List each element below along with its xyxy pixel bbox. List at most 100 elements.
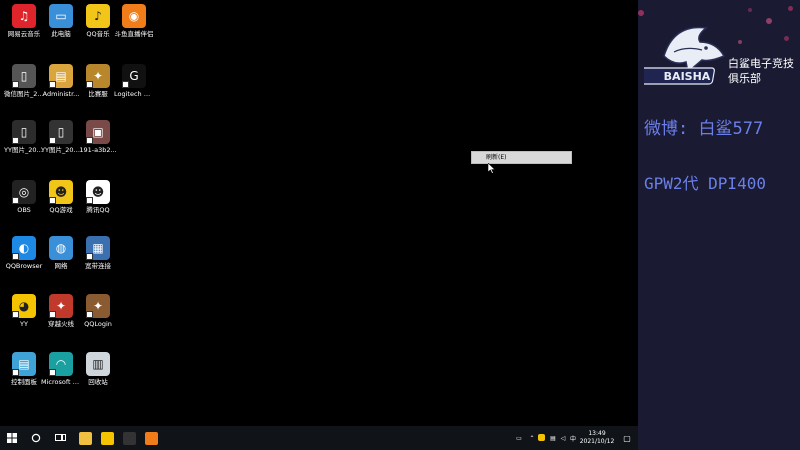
app-icon: ☻ (86, 180, 110, 204)
desktop-icon[interactable]: ✦ 穿越火线 (41, 294, 81, 328)
desktop-icon[interactable]: ◠ Microsoft Edge (41, 352, 81, 386)
shortcut-arrow-icon (86, 197, 93, 204)
desktop-icon-label: YY图片_20210630... (41, 146, 81, 154)
mouse-cursor-icon (488, 163, 496, 174)
app-icon: ✦ (86, 294, 110, 318)
shortcut-arrow-icon (49, 81, 56, 88)
app-icon: ♪ (86, 4, 110, 28)
desktop-icon-label: 宽带连接 (85, 262, 111, 270)
app-icon: ▣ (86, 120, 110, 144)
network-icon[interactable]: ▤ (548, 435, 558, 442)
app-icon: ✦ (86, 64, 110, 88)
app-icon: ▥ (86, 352, 110, 376)
battery-icon[interactable]: ▭ (512, 435, 526, 442)
shortcut-arrow-icon (49, 311, 56, 318)
volume-icon[interactable]: ◁ (558, 435, 568, 442)
taskbar-app-file-explorer[interactable] (74, 426, 96, 450)
desktop-icon-label: OBS (17, 206, 31, 214)
douyu-icon (144, 431, 158, 445)
stream-overlay-panel: BAISHA 白鲨电子竞技俱乐部 微博: 白鲨577 GPW2代 DPI400 (638, 0, 800, 450)
desktop-icon-label: 穿越火线 (48, 320, 74, 328)
desktop-icon-label: Administr... (42, 90, 80, 98)
shortcut-arrow-icon (86, 137, 93, 144)
app-icon: ▯ (12, 64, 36, 88)
shortcut-arrow-icon (12, 197, 19, 204)
search-button[interactable] (24, 426, 48, 450)
obs-icon (122, 431, 136, 445)
desktop-icon-label: 191-a3b2... (79, 146, 117, 154)
app-icon: ◠ (49, 352, 73, 376)
taskbar-app-obs[interactable] (118, 426, 140, 450)
desktop-icon[interactable]: ▯ 微信图片_2020121... (4, 64, 44, 98)
context-menu-refresh[interactable]: 刷新(E) (486, 154, 506, 161)
task-view-button[interactable] (48, 426, 72, 450)
desktop-icon[interactable]: ▣ 191-a3b2... (78, 120, 118, 154)
clock[interactable]: 13:49 2021/10/12 (578, 430, 616, 446)
app-icon: ▭ (49, 4, 73, 28)
windows-logo-icon (7, 433, 17, 443)
app-icon: ▦ (86, 236, 110, 260)
start-button[interactable] (0, 426, 24, 450)
app-icon: ♫ (12, 4, 36, 28)
app-icon: ◕ (12, 294, 36, 318)
desktop-icon-label: 此电脑 (51, 30, 71, 38)
desktop-icon-label: QQ游戏 (49, 206, 73, 214)
desktop-icon[interactable]: ◐ QQBrowser (4, 236, 44, 270)
desktop-icon[interactable]: ✦ QQLogin (78, 294, 118, 328)
desktop-icon[interactable]: ♪ QQ音乐 (78, 4, 118, 38)
desktop-icon[interactable]: G Logitech G HUB (114, 64, 154, 98)
desktop-icon[interactable]: ◕ YY (4, 294, 44, 328)
clock-date: 2021/10/12 (579, 438, 615, 445)
shortcut-arrow-icon (12, 311, 19, 318)
desktop-icon[interactable]: ▤ Administr... (41, 64, 81, 98)
ime-icon[interactable]: 中 (568, 434, 578, 443)
taskbar-app-douyu[interactable] (140, 426, 162, 450)
yy-tray-icon[interactable] (538, 433, 548, 443)
desktop-icon-label: YY图片_20210123... (4, 146, 44, 154)
desktop-icon[interactable]: ◉ 斗鱼直播伴侣 (114, 4, 154, 38)
mouse-dpi-info: GPW2代 DPI400 (644, 174, 766, 193)
yy-icon (100, 431, 114, 445)
task-view-icon (54, 434, 66, 441)
logo-text: BAISHA (664, 70, 711, 83)
desktop-icon[interactable]: ▤ 控制面板 (4, 352, 44, 386)
app-icon: ◎ (12, 180, 36, 204)
chevron-up-icon[interactable]: ⌃ (526, 435, 538, 442)
desktop-icon[interactable]: ▦ 宽带连接 (78, 236, 118, 270)
club-name: 白鲨电子竞技俱乐部 (728, 57, 794, 85)
desktop-icon-label: 腾讯QQ (86, 206, 110, 214)
shortcut-arrow-icon (86, 311, 93, 318)
desktop-icon[interactable]: ◍ 网络 (41, 236, 81, 270)
desktop-icon-label: 网络 (54, 262, 68, 270)
shortcut-arrow-icon (12, 369, 19, 376)
desktop-icon[interactable]: ▭ 此电脑 (41, 4, 81, 38)
app-icon: ▯ (49, 120, 73, 144)
desktop-icon[interactable]: ☻ QQ游戏 (41, 180, 81, 214)
desktop-icon-label: 回收站 (88, 378, 108, 386)
weibo-handle: 微博: 白鲨577 (644, 119, 764, 139)
desktop-icon[interactable]: ☻ 腾讯QQ (78, 180, 118, 214)
desktop-icon[interactable]: ◎ OBS (4, 180, 44, 214)
desktop-icon-label: 斗鱼直播伴侣 (114, 30, 154, 38)
desktop-icon[interactable]: ▯ YY图片_20210630... (41, 120, 81, 154)
taskbar-app-yy[interactable] (96, 426, 118, 450)
shortcut-arrow-icon (86, 81, 93, 88)
context-menu[interactable]: 刷新(E) (471, 151, 572, 164)
desktop-icon-label: YY (20, 320, 28, 328)
file-explorer-icon (78, 431, 92, 445)
desktop-icon-label: 微信图片_2020121... (4, 90, 44, 98)
desktop-icon[interactable]: ✦ 比赛服 (78, 64, 118, 98)
desktop-icon-label: QQLogin (84, 320, 112, 328)
app-icon: ✦ (49, 294, 73, 318)
desktop-icon-label: Logitech G HUB (114, 90, 154, 98)
desktop[interactable]: ♫ 网易云音乐 ▭ 此电脑 ♪ QQ音乐 ◉ 斗鱼直播伴侣 ▯ 微信图片_2020121... ▤ A… (0, 0, 638, 426)
shark-logo: BAISHA (644, 26, 726, 85)
desktop-icon[interactable]: ▥ 回收站 (78, 352, 118, 386)
desktop-icon-label: 控制面板 (11, 378, 37, 386)
system-tray: ▭ ⌃ ▤ ◁ 中 13:49 2021/10/12 ▢ (512, 426, 638, 450)
app-icon: ▯ (12, 120, 36, 144)
notification-icon[interactable]: ▢ (616, 434, 638, 443)
desktop-icon[interactable]: ▯ YY图片_20210123... (4, 120, 44, 154)
clock-time: 13:49 (588, 430, 606, 437)
desktop-icon[interactable]: ♫ 网易云音乐 (4, 4, 44, 38)
